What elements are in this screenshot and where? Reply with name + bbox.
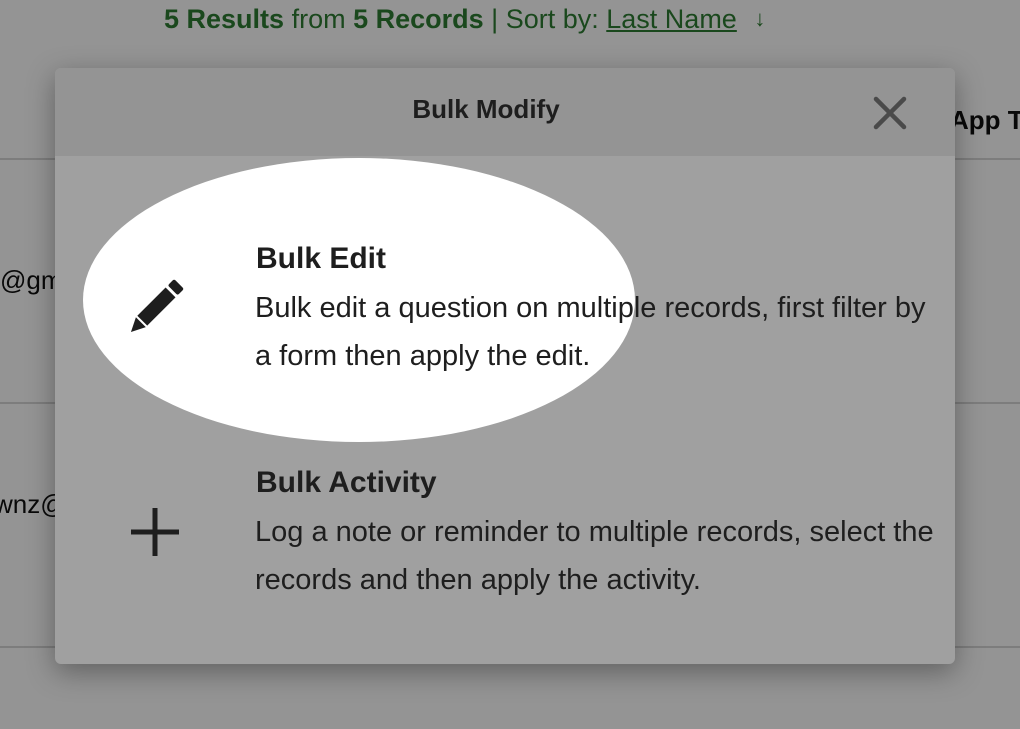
bulk-edit-option[interactable]: Bulk Edit Bulk edit a question on multip… [55,228,955,388]
dialog-header: Bulk Modify [55,68,955,156]
bulk-activity-title: Bulk Activity [256,466,437,499]
bulk-edit-title: Bulk Edit [256,242,387,275]
bulk-edit-description: Bulk edit a question on multiple records… [255,292,926,372]
bulk-activity-description: Log a note or reminder to multiple recor… [255,516,934,596]
dialog-title: Bulk Modify [412,94,560,124]
close-icon [873,96,907,130]
plus-icon [131,508,179,556]
bulk-modify-dialog: Bulk Modify Bulk Edit Bulk edit a questi… [55,68,955,664]
pencil-icon [130,279,184,333]
close-button[interactable] [867,90,913,136]
bulk-activity-option[interactable]: Bulk Activity Log a note or reminder to … [55,452,955,612]
